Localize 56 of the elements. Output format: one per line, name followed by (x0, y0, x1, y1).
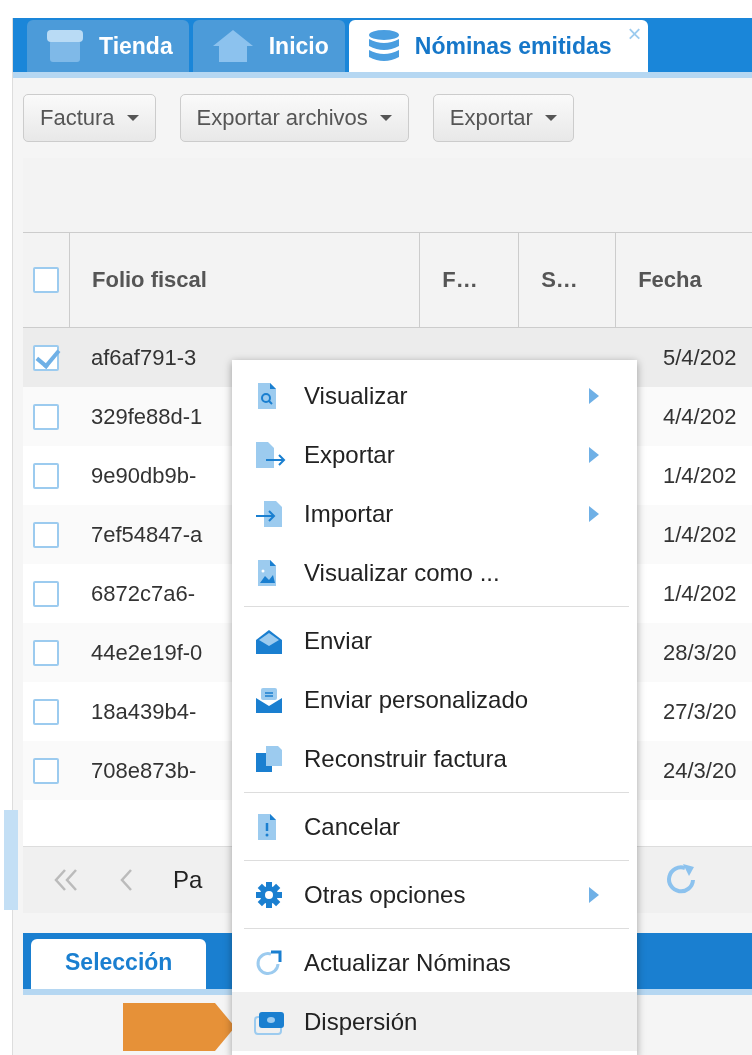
table-cell: 5/4/202 (663, 344, 737, 371)
table-cell: 27/3/20 (663, 698, 737, 725)
menu-item[interactable]: Visualizar (232, 366, 637, 425)
menu-item[interactable]: Enviar personalizado (232, 670, 637, 729)
table-cell: 1/4/202 (663, 521, 737, 548)
table-cell: af6af791-3 (91, 344, 197, 370)
checkbox[interactable] (33, 580, 59, 607)
checkbox[interactable] (33, 403, 59, 430)
column-header[interactable]: S… (518, 233, 616, 327)
table-cell: 4/4/202 (663, 403, 737, 430)
menu-item[interactable]: Visualizar como ... (232, 543, 637, 602)
checkbox[interactable] (33, 521, 59, 548)
column-header[interactable]: Fecha (615, 233, 752, 327)
menu-item[interactable]: Dispersión (232, 992, 637, 1051)
caret-icon (544, 115, 557, 121)
checkbox[interactable] (33, 344, 59, 371)
checkbox[interactable] (33, 757, 59, 784)
column-header[interactable]: Folio fiscal (69, 233, 420, 327)
table-cell: 1/4/202 (663, 580, 737, 607)
tab[interactable]: Nóminas emitidas × (348, 20, 648, 72)
document-arrow-out-icon (254, 439, 286, 470)
menu-item[interactable]: Actualizar Nóminas (232, 933, 637, 992)
menu-item[interactable]: Cancelar (232, 797, 637, 856)
tab[interactable]: Selección (31, 939, 207, 989)
table-cell: 6872c7a6- (91, 580, 195, 606)
table-cell: 329fe88d-1 (91, 403, 203, 429)
caret-icon (379, 115, 392, 121)
column-header[interactable]: F… (419, 233, 519, 327)
store-icon (45, 28, 85, 64)
database-icon (366, 28, 401, 64)
table-cell: 28/3/20 (663, 639, 737, 666)
table-cell: 44e2e19f-0 (91, 639, 203, 665)
menu-item[interactable]: Otras opciones (232, 865, 637, 924)
checkbox[interactable] (33, 639, 59, 666)
table-cell: 1/4/202 (663, 462, 737, 489)
page-label: Pa (173, 866, 203, 894)
table-cell: 7ef54847-a (91, 521, 203, 547)
checkbox[interactable] (33, 267, 59, 293)
dropdown-button[interactable]: Exportar archivos (179, 94, 409, 142)
dropdown-button[interactable]: Exportar (432, 94, 574, 142)
table-cell: 24/3/20 (663, 757, 737, 784)
menu-item[interactable]: Reconstruir factura (232, 729, 637, 788)
dropdown-button[interactable]: Factura (23, 94, 156, 142)
menu-item[interactable]: Exportar (232, 425, 637, 484)
menu-item[interactable]: Importar (232, 484, 637, 543)
first-page-icon[interactable] (53, 868, 79, 892)
table-cell: 9e90db9b- (91, 462, 197, 488)
menu-item[interactable]: Enviar (232, 611, 637, 670)
collapse-handle[interactable] (4, 810, 18, 910)
table-cell: 708e873b- (91, 757, 197, 783)
previous-page-icon[interactable] (119, 868, 133, 892)
checkbox[interactable] (33, 462, 59, 489)
table-cell: 18a439b4- (91, 698, 197, 724)
caret-icon (126, 115, 139, 121)
checkbox[interactable] (33, 698, 59, 725)
pointer-arrow-icon (123, 1003, 235, 1051)
